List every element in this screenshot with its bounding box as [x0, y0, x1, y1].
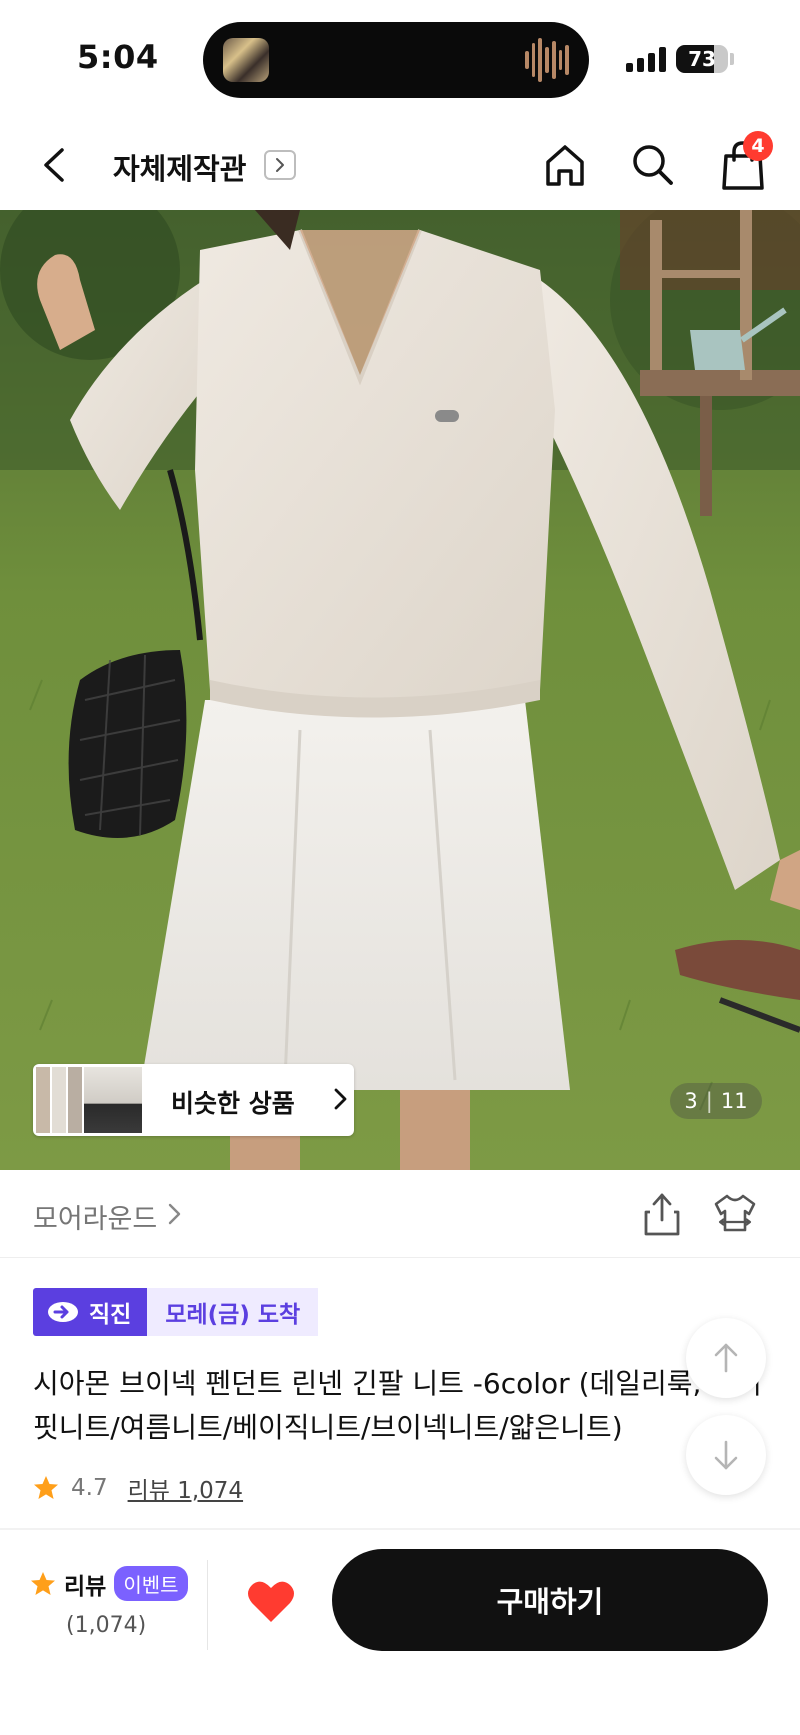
home-button[interactable]	[540, 140, 590, 190]
cellular-signal-icon	[626, 46, 666, 72]
arrow-down-icon	[714, 1440, 738, 1470]
size-fit-button[interactable]	[712, 1190, 758, 1236]
star-icon	[34, 1476, 58, 1499]
similar-products-thumbnails	[36, 1067, 176, 1133]
battery-tip	[730, 53, 734, 65]
product-title-line-2: 핏니트/여름니트/베이직니트/브이넥니트/얇은니트)	[33, 1411, 623, 1444]
review-summary-button[interactable]: 리뷰 이벤트 (1,074)	[30, 1566, 190, 1638]
chevron-right-icon	[276, 158, 284, 172]
scroll-to-bottom-button[interactable]	[686, 1415, 766, 1495]
shop-name-link[interactable]: 모어라운드	[33, 1197, 157, 1236]
audio-waveform-icon	[525, 36, 570, 84]
rating-score: 4.7	[71, 1475, 108, 1501]
store-title[interactable]: 자체제작관	[113, 146, 246, 188]
battery-percent: 73	[688, 47, 716, 71]
status-time: 5:04	[77, 38, 159, 76]
review-label: 리뷰	[64, 1573, 107, 1600]
search-button[interactable]	[628, 140, 678, 190]
product-title-line-1: 시아몬 브이넥 펜던트 린넨 긴팔 니트 -6color (데일리룩, 오버	[33, 1367, 762, 1400]
thumbnail	[68, 1067, 82, 1133]
thumbnail	[36, 1067, 50, 1133]
arrival-date-badge: 모레(금) 도착	[147, 1288, 319, 1336]
delivery-badges: 직진 모레(금) 도착	[33, 1288, 319, 1336]
top-navigation: 자체제작관 4	[0, 120, 800, 210]
search-icon	[633, 145, 673, 185]
chevron-left-icon	[44, 148, 64, 182]
page-separator: |	[705, 1089, 713, 1113]
product-rating: 4.7 리뷰 1,074	[33, 1470, 243, 1506]
vertical-divider	[207, 1560, 208, 1650]
shop-row: 모어라운드	[0, 1170, 800, 1258]
product-image-gallery[interactable]	[0, 210, 800, 1170]
share-button[interactable]	[640, 1190, 684, 1238]
cart-count-badge: 4	[743, 131, 773, 161]
review-count: (1,074)	[66, 1613, 147, 1638]
chevron-right-icon[interactable]	[165, 1201, 183, 1227]
direct-delivery-badge: 직진	[33, 1288, 148, 1336]
direct-delivery-icon	[48, 1302, 78, 1322]
image-page-indicator: 3 | 11	[670, 1083, 762, 1119]
event-badge: 이벤트	[114, 1566, 188, 1601]
similar-products-button[interactable]: 비슷한 상품	[33, 1064, 354, 1136]
direct-delivery-label: 직진	[89, 1302, 132, 1328]
review-summary-top: 리뷰 이벤트	[30, 1566, 190, 1601]
dynamic-island	[203, 22, 589, 98]
share-icon	[644, 1193, 680, 1236]
scroll-to-top-button[interactable]	[686, 1318, 766, 1398]
review-count-link[interactable]: 리뷰 1,074	[128, 1471, 243, 1505]
thumbnail	[52, 1067, 66, 1133]
arrow-up-icon	[714, 1343, 738, 1373]
total-pages: 11	[720, 1089, 748, 1113]
like-button[interactable]	[246, 1578, 296, 1624]
product-photo	[0, 210, 800, 1170]
star-icon	[31, 1571, 55, 1595]
home-icon	[546, 145, 584, 186]
store-link-button[interactable]	[264, 150, 296, 180]
similar-products-label: 비슷한 상품	[171, 1089, 295, 1118]
current-page: 3	[684, 1089, 698, 1113]
heart-icon	[248, 1581, 294, 1622]
product-title: 시아몬 브이넥 펜던트 린넨 긴팔 니트 -6color (데일리룩, 오버 핏…	[33, 1362, 773, 1450]
now-playing-artwork	[223, 38, 269, 82]
status-bar: 5:04 73	[0, 0, 800, 120]
garment-fit-icon	[714, 1194, 756, 1232]
chevron-right-icon	[334, 1088, 347, 1110]
thumbnail	[84, 1067, 142, 1133]
battery-icon: 73	[676, 45, 728, 73]
bottom-action-bar: 리뷰 이벤트 (1,074) 구매하기	[0, 1530, 800, 1735]
back-button[interactable]	[36, 140, 76, 190]
buy-button[interactable]: 구매하기	[332, 1549, 768, 1651]
